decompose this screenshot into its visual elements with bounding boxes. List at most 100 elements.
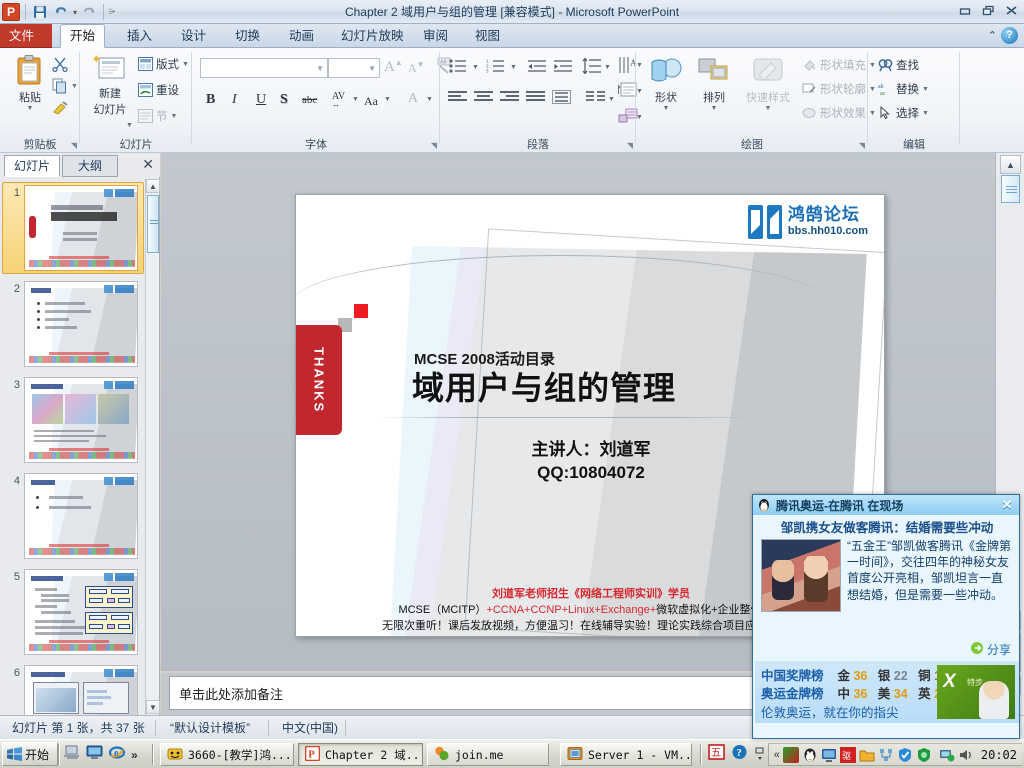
decrease-indent-button[interactable] — [528, 58, 550, 78]
tab-review[interactable]: 审阅 — [414, 24, 457, 48]
shrink-font-button[interactable]: A▼ — [408, 60, 425, 76]
scroll-up-button[interactable]: ▲ — [1000, 155, 1021, 174]
arrange-button[interactable]: 排列 ▼ — [692, 56, 736, 112]
close-button[interactable] — [1003, 3, 1020, 18]
arrange-dropdown-icon[interactable]: ▼ — [692, 105, 736, 112]
select-button[interactable]: 选择 ▼ — [878, 105, 929, 121]
layout-dropdown-icon[interactable]: ▼ — [182, 61, 189, 68]
thumbnail-scroll-up-button[interactable]: ▲ — [146, 179, 160, 193]
reset-button[interactable]: 重设 — [138, 82, 179, 98]
shapes-dropdown-icon[interactable]: ▼ — [644, 105, 688, 112]
network-icon[interactable] — [939, 747, 955, 763]
drawing-dialog-launcher[interactable]: ◥ — [859, 141, 865, 150]
show-desktop-icon[interactable] — [64, 744, 81, 765]
align-right-button[interactable] — [500, 90, 522, 110]
tab-view[interactable]: 视图 — [466, 24, 509, 48]
bullets-dropdown-icon[interactable]: ▼ — [472, 64, 479, 71]
new-slide-dropdown-icon[interactable]: ▼ — [126, 122, 133, 129]
paste-dropdown-icon[interactable]: ▼ — [8, 105, 52, 112]
help-icon[interactable]: ? — [731, 744, 748, 765]
qq-news-popup[interactable]: 腾讯奥运-在腾讯 在现场 ✕ 邹凯携女友做客腾讯：结婚需要些冲动 “五金王”邹凯… — [752, 494, 1020, 739]
section-dropdown-icon[interactable]: ▼ — [171, 113, 178, 120]
bold-button[interactable]: B — [206, 92, 215, 108]
thumbnail-slide-5[interactable]: 5 — [0, 569, 146, 661]
tab-slides[interactable]: 幻灯片 — [4, 155, 60, 177]
font-size-combo[interactable]: ▼ — [328, 58, 380, 78]
volume-icon[interactable] — [958, 747, 974, 763]
taskbar-button-qq-group[interactable]: 3660-[教学]鸿... — [160, 743, 294, 766]
qq-share-button[interactable]: 分享 — [970, 641, 1011, 658]
cut-button[interactable] — [52, 56, 68, 72]
status-template[interactable]: “默认设计模板” — [162, 716, 258, 740]
thumbnail-slide-6[interactable]: 6 — [0, 665, 146, 715]
increase-indent-button[interactable] — [554, 58, 576, 78]
folder-icon[interactable] — [859, 747, 875, 763]
character-spacing-dropdown-icon[interactable]: ▼ — [352, 96, 359, 103]
copy-dropdown-icon[interactable]: ▼ — [71, 83, 78, 90]
restore-button[interactable] — [980, 3, 997, 18]
new-slide-button[interactable]: 新建 幻灯片 — [84, 54, 136, 117]
taskbar-button-vmware[interactable]: Server 1 - VM... — [560, 743, 692, 766]
line-spacing-dropdown-icon[interactable]: ▼ — [604, 64, 611, 71]
thumbnail-scroll-down-button[interactable]: ▼ — [146, 700, 160, 714]
thumbnail-slide-2[interactable]: 2 — [0, 281, 146, 373]
tab-file[interactable]: 文件 — [0, 24, 52, 48]
quick-styles-dropdown-icon[interactable]: ▼ — [740, 105, 796, 112]
qq-popup-close-button[interactable]: ✕ — [997, 496, 1017, 513]
clipboard-dialog-launcher[interactable]: ◥ — [71, 141, 77, 150]
tray-expand-icon[interactable]: « — [774, 749, 780, 761]
tab-slideshow[interactable]: 幻灯片放映 — [332, 24, 413, 48]
columns-button[interactable] — [586, 90, 608, 110]
font-size-dropdown-icon[interactable]: ▼ — [368, 64, 376, 73]
section-button[interactable]: 节 ▼ — [138, 108, 177, 124]
align-left-button[interactable] — [448, 90, 470, 110]
minimize-button[interactable] — [957, 3, 974, 18]
tab-outline[interactable]: 大纲 — [62, 155, 118, 177]
thumbnail-slide-4[interactable]: 4 — [0, 473, 146, 565]
text-shadow-button[interactable]: S — [280, 92, 288, 108]
ime-options-icon[interactable] — [754, 746, 766, 764]
font-color-button[interactable]: A — [408, 91, 418, 107]
character-spacing-button[interactable]: AV ↔ — [332, 91, 345, 109]
thumbnail-list[interactable]: 1 2 3 4 5 6 — [0, 179, 146, 715]
taskbar-button-powerpoint[interactable]: P Chapter 2 域... — [298, 743, 423, 766]
font-name-dropdown-icon[interactable]: ▼ — [316, 64, 324, 73]
scroll-thumb[interactable] — [1001, 175, 1020, 203]
help-icon[interactable]: ? — [1001, 27, 1018, 44]
status-language[interactable]: 中文(中国) — [274, 716, 346, 740]
change-case-dropdown-icon[interactable]: ▼ — [384, 96, 391, 103]
font-name-combo[interactable]: ▼ — [200, 58, 328, 78]
pane-tab-strip[interactable]: 幻灯片 大纲 ✕ — [0, 153, 160, 177]
thumbnail-scroll-thumb[interactable] — [147, 195, 159, 253]
security-shield-icon[interactable] — [916, 747, 932, 763]
qq-news-headline[interactable]: 邹凯携女友做客腾讯：结婚需要些冲动 — [753, 517, 1019, 536]
bullets-button[interactable] — [448, 58, 470, 78]
grow-font-button[interactable]: A▲ — [384, 58, 403, 76]
qq-advertisement[interactable]: X 特步 — [937, 665, 1015, 719]
display-icon[interactable] — [86, 744, 103, 765]
line-spacing-button[interactable] — [582, 57, 604, 78]
ime-icon[interactable]: 五 — [708, 744, 725, 765]
thumbnail-scrollbar[interactable]: ▲ ▼ — [145, 179, 160, 715]
tab-design[interactable]: 设计 — [172, 24, 215, 48]
distribute-button[interactable] — [552, 90, 574, 110]
system-tray[interactable]: « 驱 20:02 — [767, 743, 1022, 766]
align-center-button[interactable] — [474, 90, 496, 110]
font-dialog-launcher[interactable]: ◥ — [431, 141, 437, 150]
shape-effects-button[interactable]: 形状效果 ▼ — [802, 105, 876, 121]
app-icon-1[interactable] — [782, 746, 799, 763]
replace-dropdown-icon[interactable]: ▼ — [922, 86, 929, 93]
tab-transitions[interactable]: 切换 — [226, 24, 269, 48]
thumbnail-slide-3[interactable]: 3 — [0, 377, 146, 469]
font-color-dropdown-icon[interactable]: ▼ — [426, 96, 433, 103]
tencent-shield-icon[interactable] — [897, 747, 913, 763]
network-tool-icon[interactable] — [878, 747, 894, 763]
shape-outline-button[interactable]: 形状轮廓 ▼ — [802, 81, 876, 97]
tab-insert[interactable]: 插入 — [118, 24, 161, 48]
close-pane-icon[interactable]: ✕ — [142, 156, 154, 173]
copy-button[interactable]: ▼ — [52, 78, 78, 94]
paste-button[interactable]: 粘贴 ▼ — [8, 54, 52, 112]
ribbon-tab-strip[interactable]: 文件 开始 插入 设计 切换 动画 幻灯片放映 审阅 视图 ⌃ ? — [0, 24, 1024, 48]
numbering-button[interactable]: 123 — [486, 58, 508, 78]
ime-area[interactable]: 五 ? — [708, 744, 766, 765]
